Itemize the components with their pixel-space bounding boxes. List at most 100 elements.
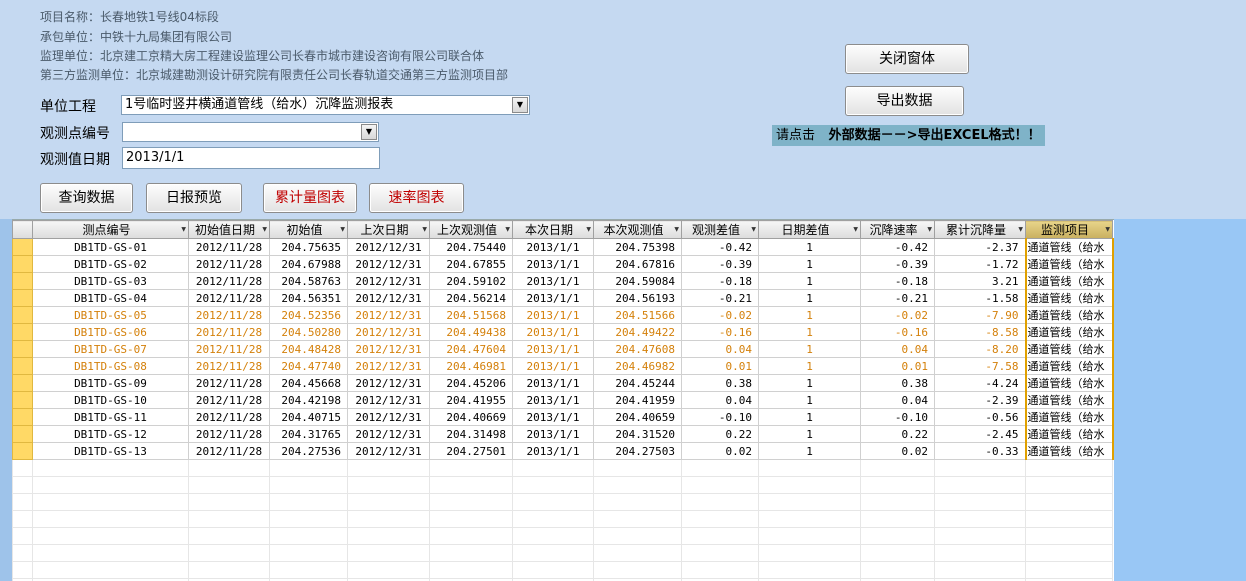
table-cell-initial-date[interactable]: 2012/11/28 [188,340,270,358]
table-cell-cumulative-settlement[interactable]: -1.58 [934,289,1026,307]
table-cell-initial-date[interactable]: 2012/11/28 [188,238,270,256]
table-cell-date-diff[interactable]: 1 [758,425,861,443]
table-cell-initial-date[interactable]: 2012/11/28 [188,357,270,375]
table-cell-initial-date[interactable]: 2012/11/28 [188,323,270,341]
chevron-down-icon[interactable]: ▼ [586,226,591,233]
table-row[interactable]: DB1TD-GS-10 2012/11/28 204.42198 2012/12/31… [12,391,1114,409]
table-cell-current-value[interactable]: 204.47608 [593,340,682,358]
table-cell-point-id[interactable]: DB1TD-GS-05 [32,306,189,324]
table-row[interactable]: DB1TD-GS-02 2012/11/28 204.67988 2012/12/31… [12,255,1114,273]
table-cell-initial-value[interactable]: 204.50280 [269,323,348,341]
chevron-down-icon[interactable]: ▼ [505,226,510,233]
table-cell-cumulative-settlement[interactable]: -7.90 [934,306,1026,324]
column-header-initial-date[interactable]: 初始值日期 ▼ [188,220,270,239]
table-cell-settlement-rate[interactable]: -0.02 [860,306,935,324]
column-header-current-date[interactable]: 本次日期 ▼ [512,220,594,239]
table-cell-cumulative-settlement[interactable]: -8.58 [934,323,1026,341]
table-cell-point-id[interactable]: DB1TD-GS-13 [32,442,189,460]
table-cell-last-date[interactable]: 2012/12/31 [347,374,430,392]
unit-select[interactable]: 1号临时竖井横通道管线（给水）沉降监测报表 ▼ [121,95,530,115]
row-selector[interactable] [12,289,33,307]
table-cell-current-date[interactable]: 2013/1/1 [512,306,594,324]
row-selector[interactable] [12,374,33,392]
table-cell-settlement-rate[interactable]: -0.21 [860,289,935,307]
table-cell-observed-diff[interactable]: -0.39 [681,255,759,273]
table-row[interactable]: DB1TD-GS-01 2012/11/28 204.75635 2012/12/31… [12,238,1114,256]
table-row[interactable]: DB1TD-GS-11 2012/11/28 204.40715 2012/12/31… [12,408,1114,426]
table-cell-last-value[interactable]: 204.40669 [429,408,513,426]
table-cell-current-value[interactable]: 204.45244 [593,374,682,392]
table-cell-current-value[interactable]: 204.41959 [593,391,682,409]
table-cell-point-id[interactable]: DB1TD-GS-10 [32,391,189,409]
table-cell-current-date[interactable]: 2013/1/1 [512,391,594,409]
table-cell-initial-value[interactable]: 204.45668 [269,374,348,392]
table-cell-current-date[interactable]: 2013/1/1 [512,238,594,256]
close-window-button[interactable]: 关闭窗体 [845,44,969,74]
table-cell-last-value[interactable]: 204.67855 [429,255,513,273]
table-cell-initial-value[interactable]: 204.67988 [269,255,348,273]
column-header-initial-value[interactable]: 初始值 ▼ [269,220,348,239]
chevron-down-icon[interactable]: ▼ [927,226,932,233]
table-cell-monitoring-item[interactable]: 通道管线（给水 [1024,306,1114,324]
table-cell-point-id[interactable]: DB1TD-GS-12 [32,425,189,443]
table-cell-cumulative-settlement[interactable]: -7.58 [934,357,1026,375]
table-cell-settlement-rate[interactable]: 0.04 [860,391,935,409]
table-cell-settlement-rate[interactable]: -0.16 [860,323,935,341]
chevron-down-icon[interactable]: ▼ [853,226,858,233]
table-cell-initial-date[interactable]: 2012/11/28 [188,442,270,460]
table-cell-observed-diff[interactable]: -0.18 [681,272,759,290]
table-cell-cumulative-settlement[interactable]: -0.56 [934,408,1026,426]
table-cell-monitoring-item[interactable]: 通道管线（给水 [1024,272,1114,290]
table-cell-observed-diff[interactable]: 0.02 [681,442,759,460]
table-cell-initial-value[interactable]: 204.47740 [269,357,348,375]
column-header-point-id[interactable]: 测点编号 ▼ [32,220,189,239]
table-cell-point-id[interactable]: DB1TD-GS-04 [32,289,189,307]
table-cell-initial-value[interactable]: 204.31765 [269,425,348,443]
table-row[interactable]: DB1TD-GS-05 2012/11/28 204.52356 2012/12/31… [12,306,1114,324]
column-header-settlement-rate[interactable]: 沉降速率 ▼ [860,220,935,239]
cumulative-chart-button[interactable]: 累计量图表 [263,183,357,213]
column-header-monitoring-item[interactable]: 监测项目 ▼ [1025,220,1113,239]
row-selector[interactable] [12,255,33,273]
chevron-down-icon[interactable]: ▼ [1105,226,1110,233]
table-cell-point-id[interactable]: DB1TD-GS-11 [32,408,189,426]
table-cell-current-date[interactable]: 2013/1/1 [512,272,594,290]
table-cell-observed-diff[interactable]: 0.04 [681,391,759,409]
table-row[interactable]: DB1TD-GS-13 2012/11/28 204.27536 2012/12/31… [12,442,1114,460]
table-cell-date-diff[interactable]: 1 [758,357,861,375]
table-cell-cumulative-settlement[interactable]: -8.20 [934,340,1026,358]
chevron-down-icon[interactable]: ▼ [422,226,427,233]
table-cell-last-date[interactable]: 2012/12/31 [347,323,430,341]
table-cell-point-id[interactable]: DB1TD-GS-07 [32,340,189,358]
table-cell-current-date[interactable]: 2013/1/1 [512,374,594,392]
table-cell-current-date[interactable]: 2013/1/1 [512,255,594,273]
table-cell-date-diff[interactable]: 1 [758,374,861,392]
column-header-cumulative-settlement[interactable]: 累计沉降量 ▼ [934,220,1026,239]
table-cell-current-date[interactable]: 2013/1/1 [512,442,594,460]
table-cell-settlement-rate[interactable]: 0.04 [860,340,935,358]
table-cell-last-date[interactable]: 2012/12/31 [347,289,430,307]
table-cell-date-diff[interactable]: 1 [758,323,861,341]
table-cell-settlement-rate[interactable]: 0.02 [860,442,935,460]
table-cell-observed-diff[interactable]: -0.42 [681,238,759,256]
chevron-down-icon[interactable]: ▼ [361,124,377,140]
column-header-observed-diff[interactable]: 观测差值 ▼ [681,220,759,239]
table-row[interactable]: DB1TD-GS-09 2012/11/28 204.45668 2012/12/31… [12,374,1114,392]
table-cell-cumulative-settlement[interactable]: -2.37 [934,238,1026,256]
table-cell-settlement-rate[interactable]: 0.01 [860,357,935,375]
table-cell-monitoring-item[interactable]: 通道管线（给水 [1024,408,1114,426]
table-cell-point-id[interactable]: DB1TD-GS-01 [32,238,189,256]
row-selector[interactable] [12,238,33,256]
table-cell-current-value[interactable]: 204.40659 [593,408,682,426]
table-cell-initial-value[interactable]: 204.52356 [269,306,348,324]
chevron-down-icon[interactable]: ▼ [262,226,267,233]
table-cell-initial-date[interactable]: 2012/11/28 [188,374,270,392]
table-cell-initial-value[interactable]: 204.75635 [269,238,348,256]
table-cell-initial-date[interactable]: 2012/11/28 [188,289,270,307]
row-selector[interactable] [12,425,33,443]
table-cell-observed-diff[interactable]: 0.04 [681,340,759,358]
column-header-last-date[interactable]: 上次日期 ▼ [347,220,430,239]
table-cell-settlement-rate[interactable]: -0.39 [860,255,935,273]
table-cell-point-id[interactable]: DB1TD-GS-06 [32,323,189,341]
table-cell-monitoring-item[interactable]: 通道管线（给水 [1024,323,1114,341]
